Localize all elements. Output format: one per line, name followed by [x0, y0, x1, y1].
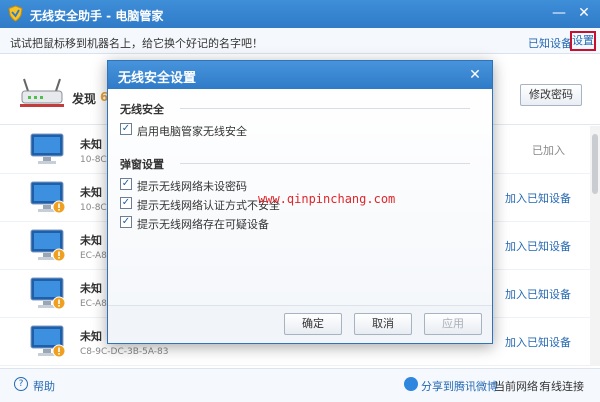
dialog-title-bar: 无线安全设置 ✕	[108, 61, 492, 89]
wireless-security-section-title: 无线安全	[120, 103, 164, 116]
watermark-text: www.qinpinchang.com	[258, 192, 396, 206]
settings-link[interactable]: 设置	[570, 31, 596, 51]
ok-button[interactable]: 确定	[284, 313, 342, 335]
footer: ? 帮助 分享到腾讯微博 当前网络： 有线连接	[0, 368, 600, 402]
device-list-scrollbar[interactable]	[590, 126, 600, 366]
device-name[interactable]: 未知	[80, 184, 102, 200]
minimize-button[interactable]: —	[550, 4, 568, 22]
device-mac: 10-8C-	[80, 155, 110, 165]
device-name[interactable]: 未知	[80, 280, 102, 296]
shield-logo-icon	[8, 5, 23, 22]
modify-password-button[interactable]: 修改密码	[520, 84, 582, 106]
help-icon[interactable]: ?	[14, 377, 28, 391]
monitor-warning-icon	[30, 181, 66, 214]
add-known-device-link[interactable]: 加入已知设备	[505, 334, 571, 350]
apply-button[interactable]: 应用	[424, 313, 482, 335]
close-button[interactable]: ✕	[575, 4, 593, 22]
device-mac: 10-8C-	[80, 203, 110, 213]
device-mac: EC-A8-	[80, 251, 111, 261]
device-name[interactable]: 未知	[80, 328, 102, 344]
cancel-button[interactable]: 取消	[354, 313, 412, 335]
enable-wireless-security-label[interactable]: 启用电脑管家无线安全	[137, 123, 247, 139]
enable-wireless-security-checkbox[interactable]: ✓	[120, 123, 132, 135]
dialog-button-bar: 确定 取消 应用	[108, 305, 492, 343]
current-network-value: 有线连接	[540, 380, 584, 393]
monitor-warning-icon	[30, 325, 66, 358]
hint-text: 试试把鼠标移到机器名上，给它换个好记的名字吧！	[10, 37, 263, 50]
router-icon	[20, 78, 64, 107]
monitor-icon	[30, 133, 64, 164]
add-known-device-link[interactable]: 加入已知设备	[505, 238, 571, 254]
no-password-label[interactable]: 提示无线网络未设密码	[137, 178, 247, 194]
monitor-warning-icon	[30, 277, 66, 310]
section-divider	[180, 108, 470, 109]
device-name[interactable]: 未知	[80, 232, 102, 248]
suspicious-device-label[interactable]: 提示无线网络存在可疑设备	[137, 216, 269, 232]
known-devices-link[interactable]: 已知设备	[528, 35, 572, 51]
dialog-title: 无线安全设置	[118, 71, 197, 86]
scroll-thumb[interactable]	[592, 134, 598, 194]
add-known-device-link[interactable]: 加入已知设备	[505, 286, 571, 302]
add-known-device-link[interactable]: 加入已知设备	[505, 190, 571, 206]
monitor-warning-icon	[30, 229, 66, 262]
dialog-close-button[interactable]: ✕	[466, 66, 484, 84]
device-status: 已加入	[532, 144, 565, 157]
popup-settings-section-title: 弹窗设置	[120, 158, 164, 171]
device-mac: EC-A8-	[80, 299, 111, 309]
title-bar: 无线安全助手 - 电脑管家 — ✕	[0, 0, 600, 28]
weibo-icon[interactable]	[404, 377, 418, 391]
device-mac: C8-9C-DC-3B-5A-83	[80, 347, 169, 357]
help-link[interactable]: 帮助	[33, 378, 55, 394]
window-title: 无线安全助手 - 电脑管家	[30, 9, 164, 23]
insecure-auth-checkbox[interactable]: ✓	[120, 197, 132, 209]
hint-bar: 试试把鼠标移到机器名上，给它换个好记的名字吧！ 已知设备 设置	[0, 28, 600, 54]
no-password-checkbox[interactable]: ✓	[120, 178, 132, 190]
suspicious-device-checkbox[interactable]: ✓	[120, 216, 132, 228]
device-name[interactable]: 未知	[80, 136, 102, 152]
share-weibo-link[interactable]: 分享到腾讯微博	[421, 378, 498, 394]
discover-label: 发现	[72, 92, 97, 106]
section-divider	[180, 163, 470, 164]
